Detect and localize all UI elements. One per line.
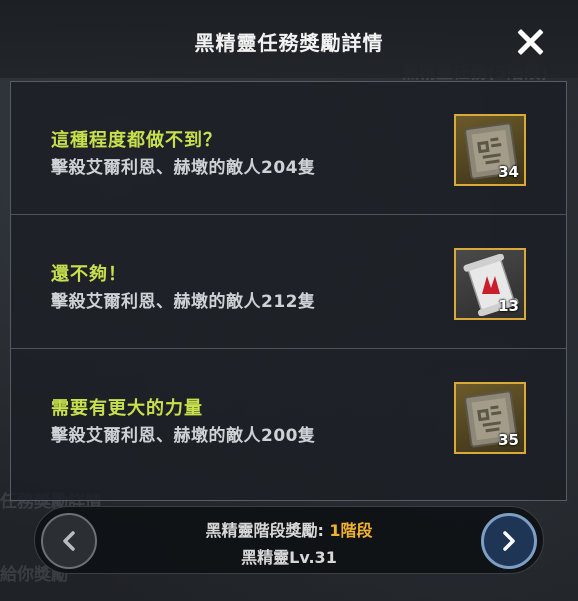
reward-list: 這種程度都做不到？ 擊殺艾爾利恩、赫墩的敵人204隻 34 還不夠！ 擊殺艾爾利…: [10, 81, 567, 501]
chevron-right-icon: [503, 531, 515, 551]
stage-reward-prefix: 黑精靈階段獎勵:: [205, 521, 330, 540]
reward-title: 這種程度都做不到？: [51, 130, 222, 151]
stage-navigator: 黑精靈階段獎勵: 1階段 黑精靈Lv.31: [34, 506, 544, 574]
reward-row: 需要有更大的力量 擊殺艾爾利恩、赫墩的敵人200隻 35: [11, 350, 566, 483]
reward-count: 34: [498, 163, 519, 181]
next-stage-button[interactable]: [481, 513, 537, 569]
reward-description: 擊殺艾爾利恩、赫墩的敵人200隻: [51, 426, 316, 446]
reward-item[interactable]: 34: [454, 114, 526, 186]
reward-title: 還不夠！: [51, 264, 127, 285]
reward-row: 這種程度都做不到？ 擊殺艾爾利恩、赫墩的敵人204隻 34: [11, 82, 566, 215]
header-bar: 黑精靈任務獎勵詳情: [0, 0, 578, 78]
stage-reward-label: 黑精靈階段獎勵: 1階段: [35, 517, 543, 541]
reward-count: 35: [498, 431, 519, 449]
reward-item[interactable]: 13: [454, 248, 526, 320]
reward-item[interactable]: 35: [454, 382, 526, 454]
close-button[interactable]: [514, 26, 546, 58]
page-title: 黑精靈任務獎勵詳情: [194, 31, 384, 55]
reward-title: 需要有更大的力量: [51, 398, 203, 419]
stage-value: 1階段: [329, 521, 373, 540]
reward-row: 還不夠！ 擊殺艾爾利恩、赫墩的敵人212隻 13: [11, 216, 566, 349]
reward-description: 擊殺艾爾利恩、赫墩的敵人204隻: [51, 158, 316, 178]
level-text: 黑精靈Lv.31: [241, 548, 337, 567]
reward-count: 13: [498, 297, 519, 315]
reward-description: 擊殺艾爾利恩、赫墩的敵人212隻: [51, 292, 316, 312]
